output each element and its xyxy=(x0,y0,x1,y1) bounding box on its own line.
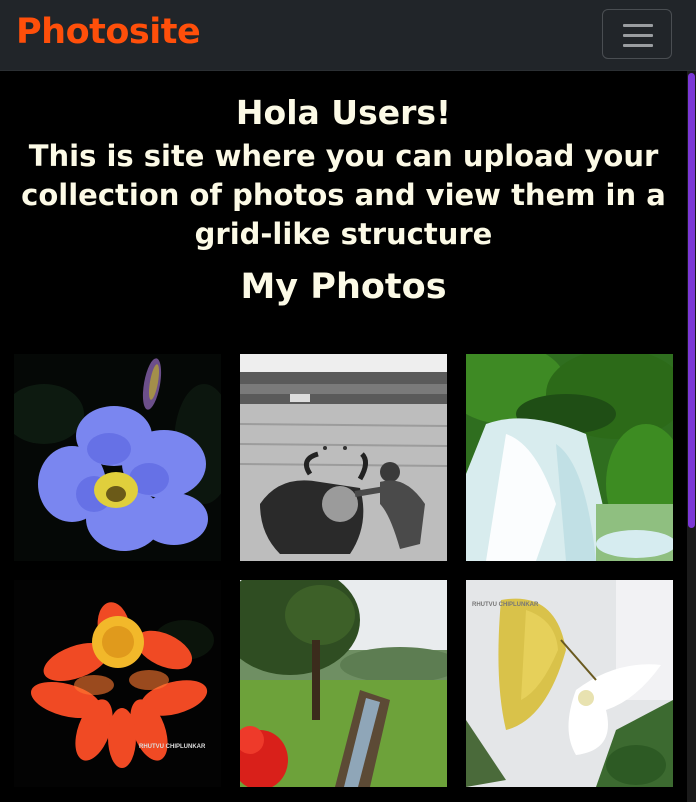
hamburger-icon xyxy=(623,24,653,27)
brand-logo-link[interactable]: Photosite xyxy=(16,12,201,52)
hamburger-icon xyxy=(623,34,653,37)
greeting-heading: Hola Users! xyxy=(235,93,452,132)
photo-buffalo-river[interactable] xyxy=(240,354,447,561)
main-content: Hola Users! This is site where you can u… xyxy=(0,71,687,308)
scrollbar-thumb[interactable] xyxy=(688,73,695,528)
watermark-text: RHUTVU CHIPLUNKAR xyxy=(472,602,539,608)
section-title: My Photos xyxy=(240,267,447,307)
page: Photosite Hola Users! This is site where… xyxy=(0,0,696,802)
menu-toggle-button[interactable] xyxy=(602,9,672,59)
navbar: Photosite xyxy=(0,0,696,71)
photo-blue-flower[interactable] xyxy=(14,354,221,561)
photo-park-stream[interactable] xyxy=(240,580,447,787)
intro-text: This is site where you can upload your c… xyxy=(21,139,666,251)
hamburger-icon xyxy=(623,44,653,47)
photo-butterfly[interactable]: RHUTVU CHIPLUNKAR xyxy=(466,580,673,787)
photo-red-flower[interactable]: RHUTVU CHIPLUNKAR xyxy=(14,580,221,787)
watermark-text: RHUTVU CHIPLUNKAR xyxy=(139,744,206,750)
photo-waterfall[interactable] xyxy=(466,354,673,561)
